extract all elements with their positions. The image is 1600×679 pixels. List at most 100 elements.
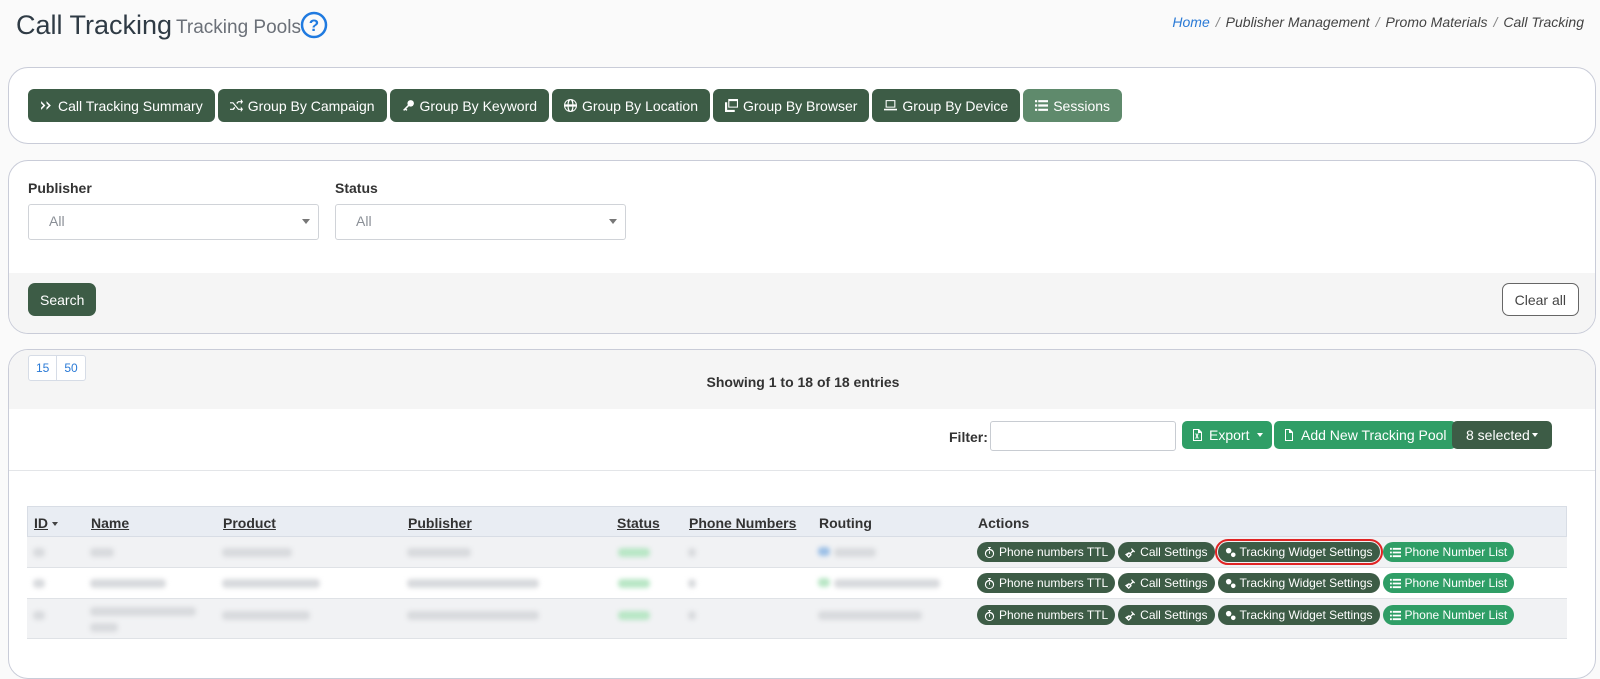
selected-columns-label: 8 selected bbox=[1466, 427, 1530, 443]
column-header-publisher[interactable]: Publisher bbox=[408, 515, 472, 531]
tab-label: Group By Browser bbox=[743, 97, 858, 114]
column-header-routing: Routing bbox=[819, 515, 872, 531]
row-actions: Phone numbers TTL Call Settings Tracking… bbox=[977, 605, 1515, 625]
row-actions: Phone numbers TTL Call Settings Tracking… bbox=[977, 539, 1515, 565]
phone-number-list-button[interactable]: Phone Number List bbox=[1382, 573, 1515, 593]
list-icon bbox=[1389, 547, 1401, 557]
tracking-widget-settings-button[interactable]: Tracking Widget Settings bbox=[1217, 605, 1380, 625]
breadcrumb-call-tracking: Call Tracking bbox=[1503, 14, 1584, 30]
double-chevron-icon bbox=[41, 101, 51, 110]
tab-bar: Call Tracking Summary Group By Campaign … bbox=[28, 89, 1123, 122]
link-icon bbox=[1125, 547, 1136, 558]
table-row: Phone numbers TTL Call Settings Tracking… bbox=[27, 599, 1567, 639]
divider bbox=[9, 470, 1595, 471]
column-header-product[interactable]: Product bbox=[223, 515, 276, 531]
link-icon bbox=[1125, 610, 1136, 621]
tab-group-by-location[interactable]: Group By Location bbox=[552, 89, 711, 122]
status-select[interactable]: All bbox=[335, 204, 626, 240]
column-header-name[interactable]: Name bbox=[91, 515, 129, 531]
gears-icon bbox=[1225, 610, 1236, 620]
tab-label: Group By Campaign bbox=[247, 97, 375, 114]
chevron-down-icon bbox=[1531, 433, 1538, 437]
excel-file-icon bbox=[1193, 429, 1202, 441]
row-actions: Phone numbers TTL Call Settings Tracking… bbox=[977, 573, 1515, 593]
tab-label: Group By Keyword bbox=[419, 97, 538, 114]
windows-icon bbox=[725, 99, 739, 112]
listing-top-band: 15 50 Showing 1 to 18 of 18 entries bbox=[9, 350, 1595, 409]
tab-label: Group By Location bbox=[582, 97, 699, 114]
tabs-card: Call Tracking Summary Group By Campaign … bbox=[8, 67, 1596, 144]
filter-input[interactable] bbox=[990, 421, 1176, 451]
shuffle-icon bbox=[229, 99, 243, 112]
tab-group-by-keyword[interactable]: Group By Keyword bbox=[389, 89, 550, 122]
file-icon bbox=[1285, 429, 1293, 441]
tracking-widget-settings-button[interactable]: Tracking Widget Settings bbox=[1214, 539, 1383, 565]
stopwatch-icon bbox=[984, 546, 995, 558]
column-header-status[interactable]: Status bbox=[617, 515, 660, 531]
globe-icon bbox=[564, 99, 578, 112]
column-header-id[interactable]: ID bbox=[34, 515, 58, 531]
tab-group-by-device[interactable]: Group By Device bbox=[872, 89, 1021, 122]
key-icon bbox=[402, 100, 414, 111]
chevron-down-icon bbox=[302, 219, 310, 224]
table-row: Phone numbers TTL Call Settings Tracking… bbox=[27, 568, 1567, 599]
selected-columns-button[interactable]: 8 selected bbox=[1452, 421, 1552, 449]
add-new-tracking-pool-button[interactable]: Add New Tracking Pool bbox=[1274, 421, 1456, 449]
table-row: Phone numbers TTL Call Settings Tracking… bbox=[27, 537, 1567, 568]
page-title: Call Tracking bbox=[16, 10, 173, 40]
filter-label: Filter: bbox=[949, 429, 988, 445]
laptop-icon bbox=[884, 100, 898, 111]
list-icon bbox=[1389, 610, 1401, 620]
status-label: Status bbox=[335, 180, 378, 196]
entries-info: Showing 1 to 18 of 18 entries bbox=[706, 374, 900, 390]
call-settings-button[interactable]: Call Settings bbox=[1118, 542, 1215, 562]
phone-numbers-ttl-button[interactable]: Phone numbers TTL bbox=[977, 573, 1116, 593]
help-icon[interactable]: ? bbox=[300, 11, 328, 39]
clear-all-button[interactable]: Clear all bbox=[1501, 283, 1579, 316]
tab-group-by-campaign[interactable]: Group By Campaign bbox=[217, 89, 387, 122]
link-icon bbox=[1125, 578, 1136, 589]
search-button[interactable]: Search bbox=[28, 283, 97, 316]
page-header: Call Tracking Tracking Pools ? Home / Publ… bbox=[0, 0, 1600, 58]
tab-label: Sessions bbox=[1053, 97, 1111, 114]
tab-label: Call Tracking Summary bbox=[58, 97, 203, 114]
publisher-select[interactable]: All bbox=[28, 204, 319, 240]
phone-numbers-ttl-button[interactable]: Phone numbers TTL bbox=[977, 605, 1116, 625]
page-subtitle: Tracking Pools bbox=[176, 17, 301, 38]
stopwatch-icon bbox=[984, 577, 995, 589]
tracking-widget-settings-button[interactable]: Tracking Widget Settings bbox=[1217, 573, 1380, 593]
breadcrumb-home[interactable]: Home bbox=[1172, 14, 1209, 30]
listing-card: 15 50 Showing 1 to 18 of 18 entries Filt… bbox=[8, 349, 1596, 679]
tab-group-by-browser[interactable]: Group By Browser bbox=[713, 89, 870, 122]
table-header: ID Name Product Publisher Status Phone N… bbox=[27, 506, 1567, 537]
call-settings-button[interactable]: Call Settings bbox=[1118, 605, 1215, 625]
phone-number-list-button[interactable]: Phone Number List bbox=[1382, 542, 1515, 562]
export-button[interactable]: Export bbox=[1182, 421, 1273, 449]
stopwatch-icon bbox=[984, 609, 995, 621]
breadcrumb: Home / Publisher Management / Promo Material… bbox=[1172, 14, 1584, 30]
chevron-down-icon bbox=[1257, 433, 1264, 437]
list-icon bbox=[1389, 578, 1401, 588]
breadcrumb-promo-materials[interactable]: Promo Materials bbox=[1386, 14, 1488, 30]
list-icon bbox=[1035, 100, 1049, 111]
add-new-tracking-pool-label: Add New Tracking Pool bbox=[1301, 427, 1447, 443]
column-header-phone-numbers[interactable]: Phone Numbers bbox=[689, 515, 796, 531]
tab-sessions[interactable]: Sessions bbox=[1023, 89, 1123, 122]
tab-call-tracking-summary[interactable]: Call Tracking Summary bbox=[28, 89, 215, 122]
publisher-select-value: All bbox=[49, 213, 65, 229]
gears-icon bbox=[1225, 578, 1236, 588]
status-select-value: All bbox=[356, 213, 372, 229]
tab-label: Group By Device bbox=[902, 97, 1009, 114]
phone-number-list-button[interactable]: Phone Number List bbox=[1382, 605, 1515, 625]
export-button-label: Export bbox=[1209, 427, 1250, 443]
gears-icon bbox=[1225, 547, 1236, 557]
search-bar: Search Clear all bbox=[9, 273, 1595, 333]
chevron-down-icon bbox=[609, 219, 617, 224]
breadcrumb-publisher-management[interactable]: Publisher Management bbox=[1226, 14, 1370, 30]
publisher-label: Publisher bbox=[28, 180, 92, 196]
phone-numbers-ttl-button[interactable]: Phone numbers TTL bbox=[977, 542, 1116, 562]
call-settings-button[interactable]: Call Settings bbox=[1118, 573, 1215, 593]
column-header-actions: Actions bbox=[978, 515, 1030, 531]
tracking-pools-table: ID Name Product Publisher Status Phone N… bbox=[27, 506, 1567, 639]
filter-card: Publisher All Status All Search Clear al… bbox=[8, 160, 1596, 334]
